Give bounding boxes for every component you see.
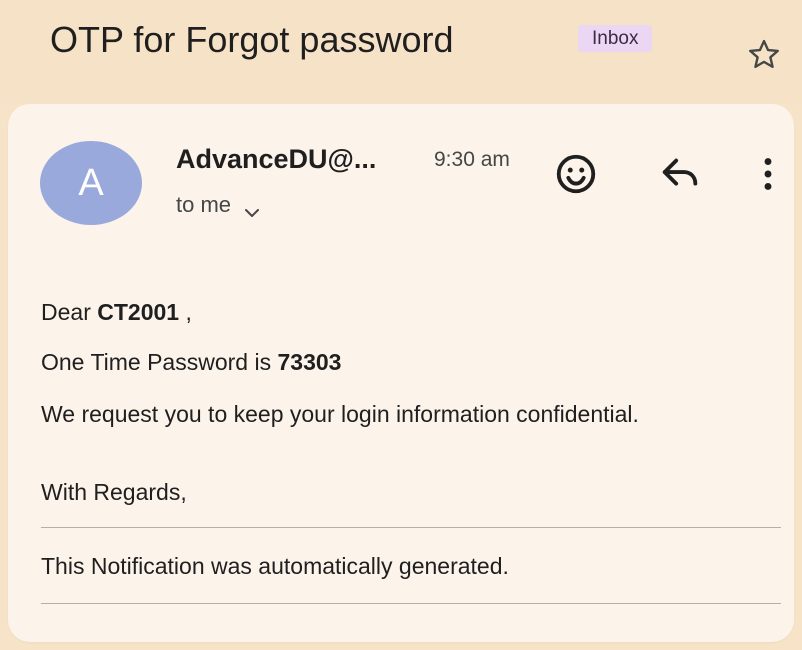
otp-prefix: One Time Password is	[41, 349, 272, 375]
otp-line: One Time Password is 73303	[41, 348, 341, 376]
add-reaction-icon	[553, 151, 599, 202]
star-icon[interactable]	[745, 36, 783, 74]
more-options-button[interactable]	[744, 152, 792, 200]
email-subject: OTP for Forgot password	[50, 19, 454, 60]
recipient-label: to me	[176, 192, 232, 217]
sender-name[interactable]: AdvanceDU@...	[176, 144, 376, 175]
inbox-label[interactable]: Inbox	[578, 25, 653, 52]
message-card: A AdvanceDU@... 9:30 am to me Dear CT200…	[8, 104, 794, 642]
greeting-line: Dear CT2001 ,	[41, 298, 192, 326]
reply-button[interactable]	[656, 152, 704, 200]
otp-code: 73303	[277, 349, 342, 375]
greeting-prefix: Dear	[41, 299, 91, 325]
email-view: OTP for Forgot password Inbox A AdvanceD…	[0, 0, 802, 650]
greeting-suffix: ,	[179, 299, 192, 325]
automatic-notice: This Notification was automatically gene…	[41, 553, 509, 579]
subject-bar: OTP for Forgot password Inbox	[0, 0, 802, 104]
reply-icon	[657, 151, 703, 202]
recipient-details[interactable]: to me	[176, 192, 261, 218]
divider	[41, 603, 781, 604]
confidentiality-request: We request you to keep your login inform…	[41, 401, 639, 427]
user-id: CT2001	[97, 299, 180, 325]
message-time: 9:30 am	[434, 148, 510, 171]
more-vertical-icon	[745, 151, 791, 202]
add-reaction-button[interactable]	[552, 152, 600, 200]
avatar[interactable]: A	[40, 141, 142, 225]
regards-line: With Regards,	[41, 479, 187, 505]
divider	[41, 527, 781, 528]
chevron-down-icon[interactable]	[243, 199, 261, 217]
